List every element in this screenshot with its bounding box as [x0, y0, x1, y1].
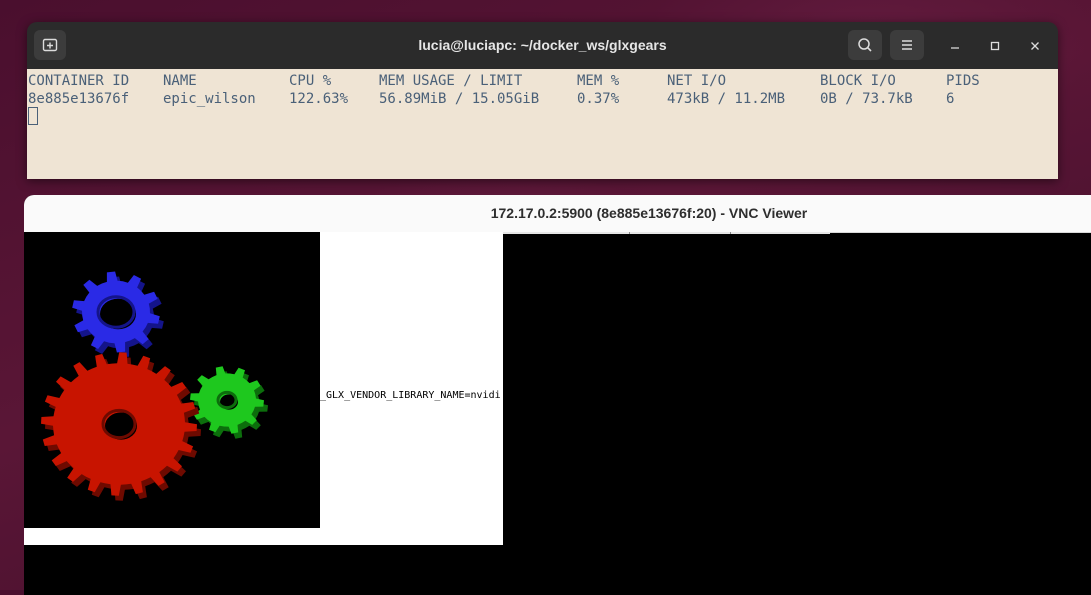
- remote-top-strip: [496, 232, 830, 234]
- vnc-title: 172.17.0.2:5900 (8e885e13676f:20) - VNC …: [490, 205, 808, 221]
- maximize-button[interactable]: [985, 36, 1005, 56]
- table-cell: 122.63%: [289, 91, 349, 107]
- close-icon: [1031, 42, 1039, 50]
- close-button[interactable]: [1025, 36, 1045, 56]
- table-cell: epic_wilson: [163, 91, 256, 107]
- column-header: BLOCK I/O: [820, 73, 896, 89]
- table-cell: 8e885e13676f: [28, 91, 130, 107]
- search-icon: [858, 38, 872, 52]
- table-cell: 6: [946, 91, 955, 107]
- menu-button[interactable]: [890, 30, 924, 60]
- terminal-output[interactable]: CONTAINER ID NAME CPU % MEM USAGE / LIMI…: [27, 69, 1058, 179]
- glxgears-viewport[interactable]: [24, 232, 320, 528]
- red-gear: [41, 352, 201, 501]
- hamburger-menu-icon: [902, 40, 912, 50]
- table-cell: 0B / 73.7kB: [820, 91, 913, 107]
- vnc-viewer-window[interactable]: 172.17.0.2:5900 (8e885e13676f:20) - VNC …: [24, 195, 1091, 595]
- green-gear: [190, 366, 268, 439]
- terminal-header-bar[interactable]: lucia@luciapc: ~/docker_ws/glxgears: [27, 22, 1058, 69]
- glxgears-render: [41, 271, 268, 501]
- terminal-cursor: [28, 107, 38, 125]
- new-tab-button[interactable]: [34, 30, 66, 60]
- column-header: CPU %: [289, 73, 332, 89]
- minimize-icon: [951, 47, 959, 49]
- table-cell: 56.89MiB / 15.05GiB: [379, 91, 540, 107]
- column-header: NAME: [163, 73, 197, 89]
- remote-terminal-text: _GLX_VENDOR_LIBRARY_NAME=nvidi: [320, 390, 501, 401]
- search-button[interactable]: [848, 30, 882, 60]
- docker-stats-header-row: CONTAINER ID NAME CPU % MEM USAGE / LIMI…: [27, 72, 980, 90]
- terminal-window[interactable]: lucia@luciapc: ~/docker_ws/glxgears CONT…: [27, 22, 1058, 179]
- blue-gear: [72, 271, 164, 358]
- vnc-header-bar[interactable]: 172.17.0.2:5900 (8e885e13676f:20) - VNC …: [24, 195, 1091, 233]
- maximize-icon: [990, 41, 1000, 51]
- minimize-button[interactable]: [945, 36, 965, 56]
- column-header: MEM USAGE / LIMIT: [379, 73, 523, 89]
- column-header: NET I/O: [667, 73, 727, 89]
- table-cell: 473kB / 11.2MB: [667, 91, 786, 107]
- column-header: CONTAINER ID: [28, 73, 130, 89]
- new-tab-icon: [42, 38, 58, 52]
- docker-stats-row: 8e885e13676f epic_wilson 122.63% 56.89Mi…: [27, 90, 954, 108]
- column-header: PIDS: [946, 73, 980, 89]
- table-cell: 0.37%: [577, 91, 620, 107]
- column-header: MEM %: [577, 73, 620, 89]
